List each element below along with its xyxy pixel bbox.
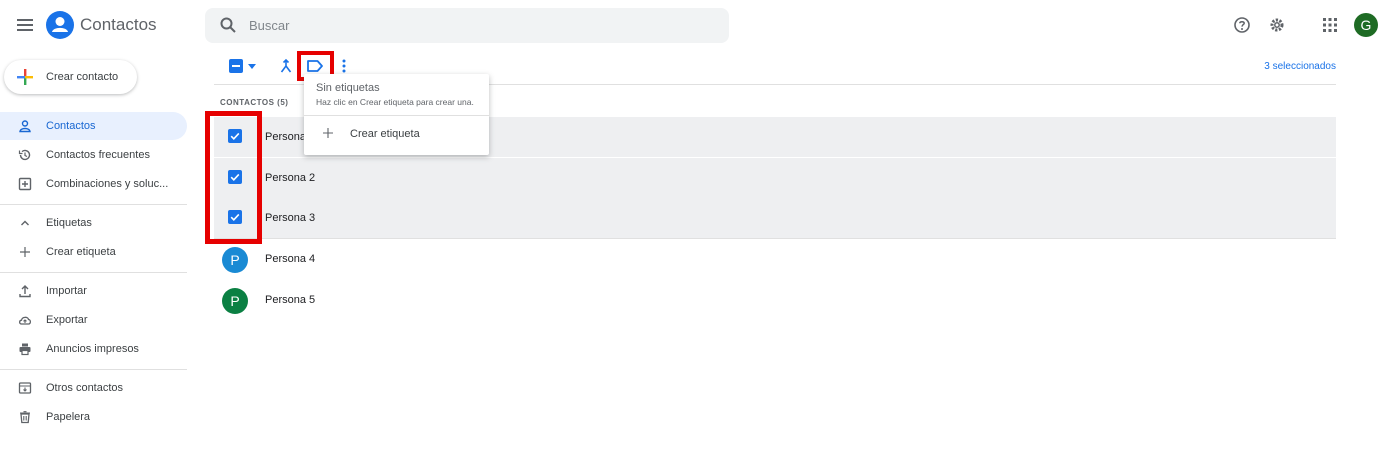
dropdown-hint: Haz clic en Crear etiqueta para crear un… bbox=[316, 97, 474, 107]
sidebar-item-crear-etiqueta[interactable]: Crear etiqueta bbox=[0, 238, 187, 266]
search-bar[interactable] bbox=[205, 8, 729, 43]
sidebar-item-importar[interactable]: Importar bbox=[0, 277, 187, 305]
merge-icon[interactable] bbox=[278, 58, 294, 74]
contact-row-2[interactable]: Persona 2 bbox=[214, 158, 1336, 198]
create-contact-label: Crear contacto bbox=[46, 71, 119, 83]
merge-fix-icon bbox=[18, 177, 32, 191]
sidebar-item-label: Etiquetas bbox=[46, 217, 92, 229]
search-input[interactable] bbox=[249, 8, 709, 43]
contact-avatar: P bbox=[222, 288, 248, 314]
menu-icon[interactable] bbox=[16, 16, 34, 34]
sidebar-item-label: Crear etiqueta bbox=[46, 246, 116, 258]
sidebar-item-etiquetas[interactable]: Etiquetas bbox=[0, 209, 187, 237]
contact-row-3[interactable]: Persona 3 bbox=[214, 198, 1336, 238]
user-avatar[interactable]: G bbox=[1354, 13, 1378, 37]
list-header: CONTACTOS (5) bbox=[220, 98, 289, 107]
contact-name: Persona 5 bbox=[265, 294, 316, 306]
caret-down-icon bbox=[248, 64, 256, 69]
history-icon bbox=[18, 149, 31, 161]
upload-icon bbox=[19, 285, 31, 298]
contact-name: Persona 4 bbox=[265, 253, 316, 265]
contact-avatar: P bbox=[222, 247, 248, 273]
sidebar-item-otros-contactos[interactable]: Otros contactos bbox=[0, 374, 187, 402]
sidebar-item-label: Contactos frecuentes bbox=[46, 149, 150, 161]
archive-icon bbox=[18, 382, 32, 394]
more-vert-icon[interactable] bbox=[340, 58, 348, 74]
contacts-logo-icon bbox=[46, 11, 74, 39]
sidebar-item-label: Contactos bbox=[46, 120, 96, 132]
gear-icon[interactable] bbox=[1268, 16, 1286, 34]
colorful-plus-icon bbox=[17, 69, 33, 85]
sidebar-item-contactos[interactable]: Contactos bbox=[0, 112, 187, 140]
select-dropdown-button[interactable] bbox=[226, 57, 262, 77]
sidebar-item-label: Anuncios impresos bbox=[46, 343, 139, 355]
sidebar-item-label: Importar bbox=[46, 285, 87, 297]
create-label-menu-item[interactable]: Crear etiqueta bbox=[304, 121, 489, 147]
sidebar-item-label: Papelera bbox=[46, 411, 91, 423]
sidebar-item-papelera[interactable]: Papelera bbox=[0, 403, 187, 431]
plus-icon bbox=[323, 128, 333, 138]
sidebar-item-anuncios-impresos[interactable]: Anuncios impresos bbox=[0, 335, 187, 363]
search-icon[interactable] bbox=[219, 16, 237, 34]
dropdown-title: Sin etiquetas bbox=[316, 82, 380, 94]
plus-icon bbox=[20, 247, 30, 257]
indeterminate-checkbox-icon bbox=[229, 59, 243, 73]
apps-grid-icon[interactable] bbox=[1322, 17, 1338, 33]
app-title: Contactos bbox=[80, 15, 157, 34]
sidebar-divider bbox=[0, 369, 187, 370]
contact-name: Persona 2 bbox=[265, 172, 316, 184]
create-contact-button[interactable]: Crear contacto bbox=[4, 60, 137, 94]
contact-name: Persona bbox=[265, 131, 306, 143]
contact-row-4[interactable]: P Persona 4 bbox=[214, 239, 1336, 279]
selected-count: 3 seleccionados bbox=[1264, 61, 1336, 72]
sidebar-item-frecuentes[interactable]: Contactos frecuentes bbox=[0, 141, 187, 169]
help-icon[interactable] bbox=[1233, 16, 1251, 34]
sidebar-item-exportar[interactable]: Exportar bbox=[0, 306, 187, 334]
person-icon bbox=[19, 120, 31, 133]
trash-icon bbox=[20, 411, 30, 424]
sidebar-item-label: Combinaciones y soluc... bbox=[46, 178, 169, 190]
contact-name: Persona 3 bbox=[265, 212, 316, 224]
chevron-up-icon bbox=[21, 220, 29, 226]
label-dropdown-menu: Sin etiquetas Haz clic en Crear etiqueta… bbox=[304, 74, 489, 155]
sidebar-divider bbox=[0, 204, 187, 205]
checkbox-highlight bbox=[205, 111, 262, 244]
label-icon[interactable] bbox=[306, 58, 324, 74]
contacts-app: Contactos G Crear contacto bbox=[0, 0, 1388, 456]
create-label-text: Crear etiqueta bbox=[350, 128, 420, 140]
sidebar-divider bbox=[0, 272, 187, 273]
dropdown-divider bbox=[304, 115, 489, 116]
contact-row-5[interactable]: P Persona 5 bbox=[214, 280, 1336, 320]
cloud-upload-icon bbox=[18, 316, 32, 325]
sidebar-item-label: Exportar bbox=[46, 314, 88, 326]
sidebar-item-label: Otros contactos bbox=[46, 382, 124, 394]
print-icon bbox=[19, 343, 31, 356]
sidebar-item-combinaciones[interactable]: Combinaciones y soluc... bbox=[0, 170, 187, 198]
